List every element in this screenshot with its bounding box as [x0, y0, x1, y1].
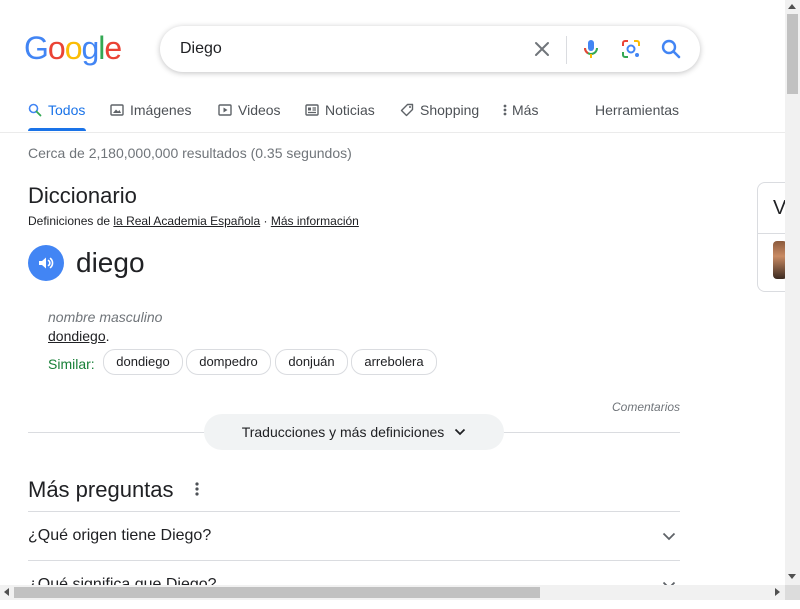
tab-label: Videos [238, 102, 281, 118]
logo-letter: G [24, 30, 49, 66]
pronounce-button[interactable] [28, 245, 64, 281]
rae-link[interactable]: la Real Academia Española [113, 214, 260, 228]
scroll-down-icon[interactable] [788, 574, 796, 579]
dictionary-title: Diccionario [28, 183, 137, 208]
definition: dondiego. [48, 328, 110, 344]
tab-imagenes[interactable]: Imágenes [110, 92, 191, 128]
source-separator: · [260, 214, 271, 228]
lens-icon[interactable] [619, 37, 643, 61]
search-box[interactable]: Diego [160, 26, 700, 72]
tab-label: Todos [48, 102, 86, 118]
question-row[interactable]: ¿Qué origen tiene Diego? [28, 511, 680, 560]
scroll-up-icon[interactable] [788, 4, 796, 9]
more-info-link[interactable]: Más información [271, 214, 359, 228]
tag-icon [400, 103, 414, 117]
scroll-left-icon[interactable] [4, 588, 9, 596]
news-icon [305, 103, 319, 117]
search-input[interactable]: Diego [180, 26, 222, 72]
tab-todos[interactable]: Todos [28, 92, 85, 128]
logo-letter: e [104, 30, 122, 66]
chevron-down-icon [662, 528, 676, 546]
dictionary-word: diego [76, 247, 145, 278]
vertical-scroll-thumb[interactable] [787, 14, 798, 94]
tools-button[interactable]: Herramientas [595, 92, 679, 128]
logo-letter: o [47, 30, 66, 66]
similar-chip[interactable]: donjuán [275, 349, 348, 375]
tab-videos[interactable]: Videos [218, 92, 281, 128]
dictionary-source: Definiciones de la Real Academia Español… [28, 214, 359, 228]
definition-link[interactable]: dondiego [48, 328, 106, 344]
image-icon [110, 103, 124, 117]
search-divider [566, 36, 567, 64]
tab-label: Shopping [420, 102, 480, 118]
tabs-divider [0, 132, 785, 133]
chevron-down-icon [454, 428, 466, 436]
tab-mas[interactable]: Más [503, 92, 538, 128]
source-prefix: Definiciones de [28, 214, 114, 228]
feedback-link[interactable]: Comentarios [612, 400, 680, 414]
tools-label: Herramientas [595, 102, 680, 118]
tab-label: Imágenes [130, 102, 192, 118]
result-stats: Cerca de 2,180,000,000 resultados (0.35 … [28, 145, 352, 161]
similar-chip[interactable]: arrebolera [351, 349, 437, 375]
tab-noticias[interactable]: Noticias [305, 92, 375, 128]
part-of-speech: nombre masculino [48, 309, 163, 325]
horizontal-scroll-thumb[interactable] [14, 587, 540, 598]
similar-chip[interactable]: dompedro [186, 349, 271, 375]
similar-chip[interactable]: dondiego [103, 349, 183, 375]
translations-label: Traducciones y más definiciones [241, 424, 445, 440]
search-icon [28, 103, 42, 117]
tab-label: Más [512, 102, 539, 118]
similar-label: Similar: [48, 356, 95, 372]
more-vert-icon [503, 103, 507, 117]
speaker-icon [37, 254, 55, 272]
play-icon [218, 103, 232, 117]
mic-icon[interactable] [579, 37, 603, 61]
clear-icon[interactable] [530, 37, 554, 61]
tab-label: Noticias [325, 102, 375, 118]
definition-end: . [105, 328, 110, 344]
more-questions-title: Más preguntas [28, 477, 174, 502]
active-tab-indicator [28, 128, 86, 131]
scrollbar-corner [785, 585, 800, 600]
logo-letter: g [81, 30, 99, 66]
horizontal-scrollbar[interactable] [0, 585, 785, 600]
search-icon[interactable] [659, 37, 683, 61]
translations-button[interactable]: Traducciones y más definiciones [204, 414, 504, 450]
scroll-right-icon[interactable] [775, 588, 780, 596]
google-logo[interactable]: Google [24, 30, 122, 67]
vertical-scrollbar[interactable] [785, 0, 800, 585]
tab-shopping[interactable]: Shopping [400, 92, 479, 128]
logo-letter: o [64, 30, 83, 66]
question-text: ¿Qué origen tiene Diego? [28, 527, 212, 544]
more-vert-icon[interactable] [188, 480, 206, 498]
